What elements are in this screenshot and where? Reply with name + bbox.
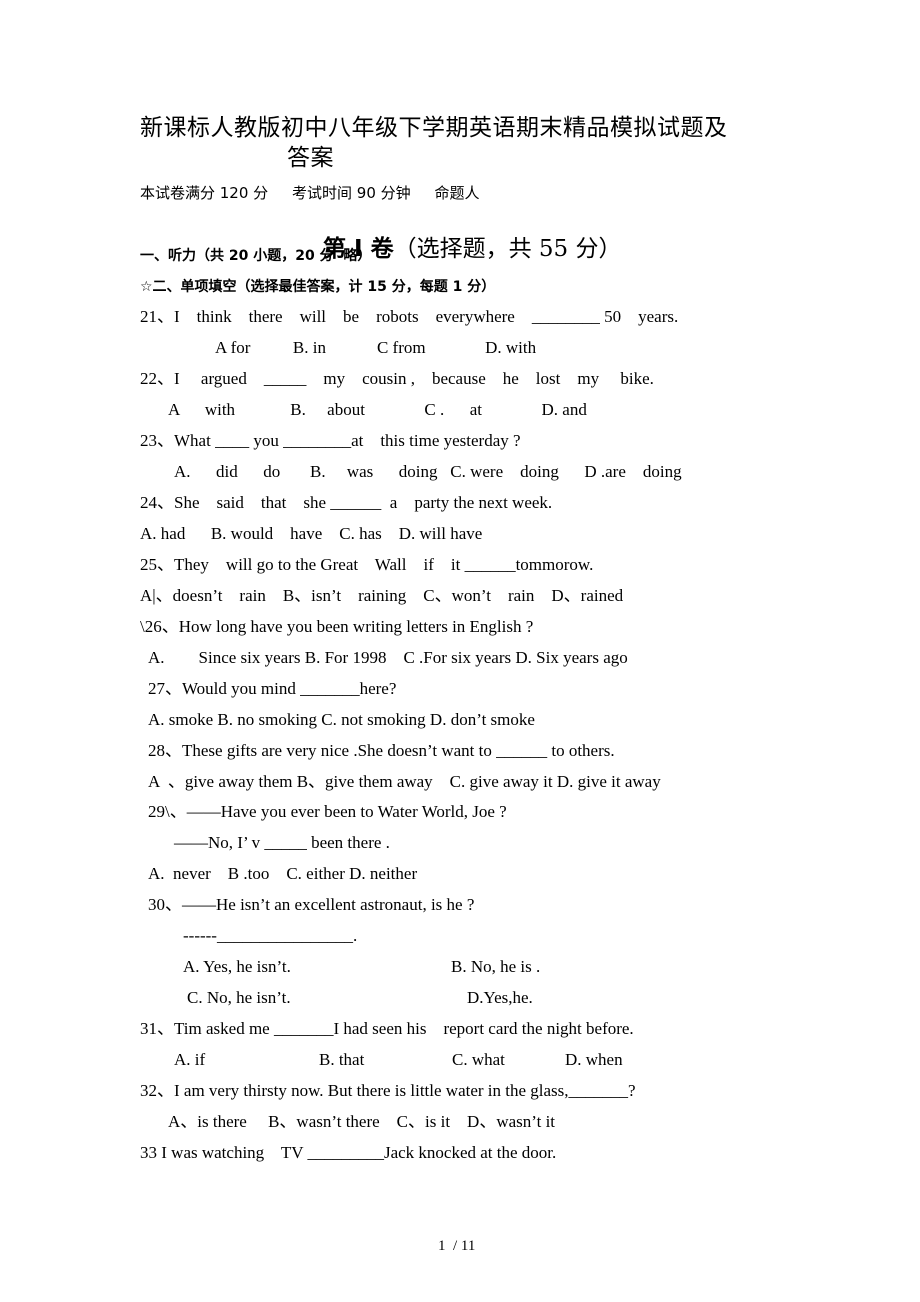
question-28: 28、These gifts are very nice .She doesn’… <box>148 741 615 760</box>
question-29-options: A. never B .too C. either D. neither <box>148 864 418 883</box>
question-21: 21、I think there will be robots everywhe… <box>140 307 679 326</box>
question-26: \26、How long have you been writing lette… <box>140 617 534 636</box>
page-indicator: 1 / 11 <box>438 1238 476 1254</box>
question-30-option-d: D.Yes,he. <box>467 988 533 1007</box>
question-31-option-d: D. when <box>565 1050 623 1069</box>
question-30-option-b: B. No, he is . <box>451 957 541 976</box>
section-listening-heading: 一、听力（共 20 小题，20 分 略） <box>140 248 372 264</box>
question-30-answer-blank: ------________________. <box>183 926 358 945</box>
question-25-options: A|、doesn’t rain B、isn’t raining C、won’t … <box>140 586 624 605</box>
question-32: 32、I am very thirsty now. But there is l… <box>140 1081 636 1100</box>
part-heading-rest: （选择题，共 55 分） <box>393 236 622 262</box>
question-24-options: A. had B. would have C. has D. will have <box>140 524 483 543</box>
question-29-reply: ——No, I’ v _____ been there . <box>174 833 390 852</box>
question-32-options: A、is there B、wasn’t there C、is it D、wasn… <box>168 1112 556 1131</box>
question-30: 30、——He isn’t an excellent astronaut, is… <box>148 895 475 914</box>
question-25: 25、They will go to the Great Wall if it … <box>140 555 594 574</box>
exam-meta-info: 本试卷满分 120 分 考试时间 90 分钟 命题人 <box>140 184 480 202</box>
question-28-options: A 、give away them B、give them away C. gi… <box>148 772 661 791</box>
question-30-option-c: C. No, he isn’t. <box>187 988 291 1007</box>
document-title-line-2: 答案 <box>287 145 334 171</box>
question-27-options: A. smoke B. no smoking C. not smoking D.… <box>148 710 535 729</box>
question-22-options: A with B. about C . at D. and <box>168 400 587 419</box>
question-31-option-b: B. that <box>319 1050 365 1069</box>
question-24: 24、She said that she ______ a party the … <box>140 493 553 512</box>
document-title-line-1: 新课标人教版初中八年级下学期英语期末精品模拟试题及 <box>140 115 728 141</box>
document-page: 新课标人教版初中八年级下学期英语期末精品模拟试题及 答案 本试卷满分 120 分… <box>0 0 920 1302</box>
section-single-choice-heading: ☆二、单项填空（选择最佳答案，计 15 分，每题 1 分） <box>140 279 496 295</box>
question-30-option-a: A. Yes, he isn’t. <box>183 957 291 976</box>
question-31: 31、Tim asked me _______I had seen his re… <box>140 1019 634 1038</box>
question-31-option-c: C. what <box>452 1050 505 1069</box>
question-21-options: A for B. in C from D. with <box>215 338 537 357</box>
question-29: 29\、——Have you ever been to Water World,… <box>148 802 507 821</box>
question-23-options: A. did do B. was doing C. were doing D .… <box>174 462 682 481</box>
question-26-options: A. Since six years B. For 1998 C .For si… <box>148 648 628 667</box>
question-27: 27、Would you mind _______here? <box>148 679 397 698</box>
question-22: 22、I argued _____ my cousin , because he… <box>140 369 654 388</box>
question-31-option-a: A. if <box>174 1050 206 1069</box>
question-23: 23、What ____ you ________at this time ye… <box>140 431 521 450</box>
question-33: 33 I was watching TV _________Jack knock… <box>140 1143 557 1162</box>
